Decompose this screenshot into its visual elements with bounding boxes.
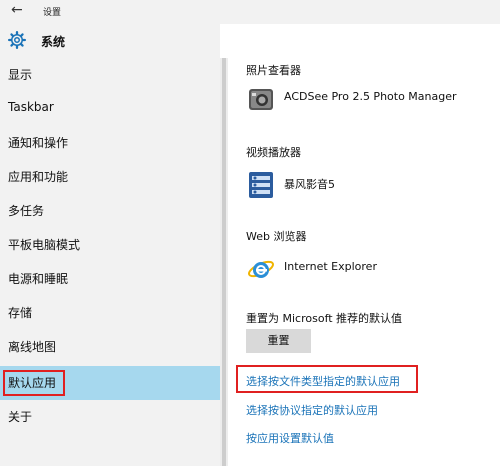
sidebar-item-about[interactable]: 关于 [0, 400, 220, 434]
web-browser-app[interactable]: Internet Explorer [246, 254, 486, 286]
sidebar-item-label: 应用和功能 [8, 170, 69, 184]
sidebar-item-display[interactable]: 显示 [0, 58, 220, 92]
sidebar-item-label: 显示 [8, 68, 33, 82]
web-browser-heading: Web 浏览器 [246, 230, 307, 243]
sidebar-item-offline-maps[interactable]: 离线地图 [0, 330, 220, 364]
acdsee-icon [249, 89, 273, 110]
sidebar-item-apps-features[interactable]: 应用和功能 [0, 160, 220, 194]
sidebar-item-multitasking[interactable]: 多任务 [0, 194, 220, 228]
sidebar-item-label: 通知和操作 [8, 136, 69, 150]
sidebar-item-label: 默认应用 [8, 376, 57, 390]
sidebar-item-notifications[interactable]: 通知和操作 [0, 126, 220, 160]
sidebar-item-label: 电源和睡眠 [8, 272, 69, 286]
sidebar-item-tablet-mode[interactable]: 平板电脑模式 [0, 228, 220, 262]
scrollbar[interactable] [220, 58, 228, 466]
web-browser-app-name: Internet Explorer [284, 260, 377, 273]
photo-viewer-app[interactable]: ACDSee Pro 2.5 Photo Manager [246, 84, 486, 116]
reset-label: 重置为 Microsoft 推荐的默认值 [246, 312, 403, 325]
video-player-app-name: 暴风影音5 [284, 178, 335, 191]
page-title: 系统 [41, 35, 66, 49]
gear-icon [8, 31, 26, 49]
sidebar-item-default-apps[interactable]: 默认应用 [0, 366, 220, 400]
main-content: 照片查看器 ACDSee Pro 2.5 Photo Manager 视频播放器… [228, 58, 500, 466]
sidebar-item-label: 平板电脑模式 [8, 238, 81, 252]
title-bar: ← 设置 [0, 0, 500, 24]
video-player-app[interactable]: 暴风影音5 [246, 170, 486, 202]
video-player-heading: 视频播放器 [246, 146, 301, 159]
sidebar-item-storage[interactable]: 存储 [0, 296, 220, 330]
page-header: 系统 [0, 24, 220, 58]
internet-explorer-icon [248, 260, 274, 278]
sidebar-item-label: 关于 [8, 410, 33, 424]
scrollbar-thumb[interactable] [222, 58, 226, 466]
sidebar: 显示 Taskbar 通知和操作 应用和功能 多任务 平板电脑模式 电源和睡眠 … [0, 58, 220, 466]
app-defaults-link[interactable]: 按应用设置默认值 [246, 430, 334, 446]
sidebar-item-label: Taskbar [8, 100, 54, 114]
photo-viewer-app-name: ACDSee Pro 2.5 Photo Manager [284, 90, 457, 103]
protocol-defaults-link[interactable]: 选择按协议指定的默认应用 [246, 402, 378, 418]
sidebar-item-label: 离线地图 [8, 340, 57, 354]
sidebar-item-label: 多任务 [8, 204, 45, 218]
window-title: 设置 [43, 8, 62, 18]
back-arrow-icon[interactable]: ← [11, 2, 23, 18]
baofeng-icon [249, 172, 273, 198]
photo-viewer-heading: 照片查看器 [246, 64, 301, 77]
file-type-defaults-link[interactable]: 选择按文件类型指定的默认应用 [246, 373, 400, 389]
sidebar-item-taskbar[interactable]: Taskbar [0, 92, 220, 126]
sidebar-item-label: 存储 [8, 306, 33, 320]
reset-button[interactable]: 重置 [246, 329, 311, 353]
sidebar-item-power-sleep[interactable]: 电源和睡眠 [0, 262, 220, 296]
